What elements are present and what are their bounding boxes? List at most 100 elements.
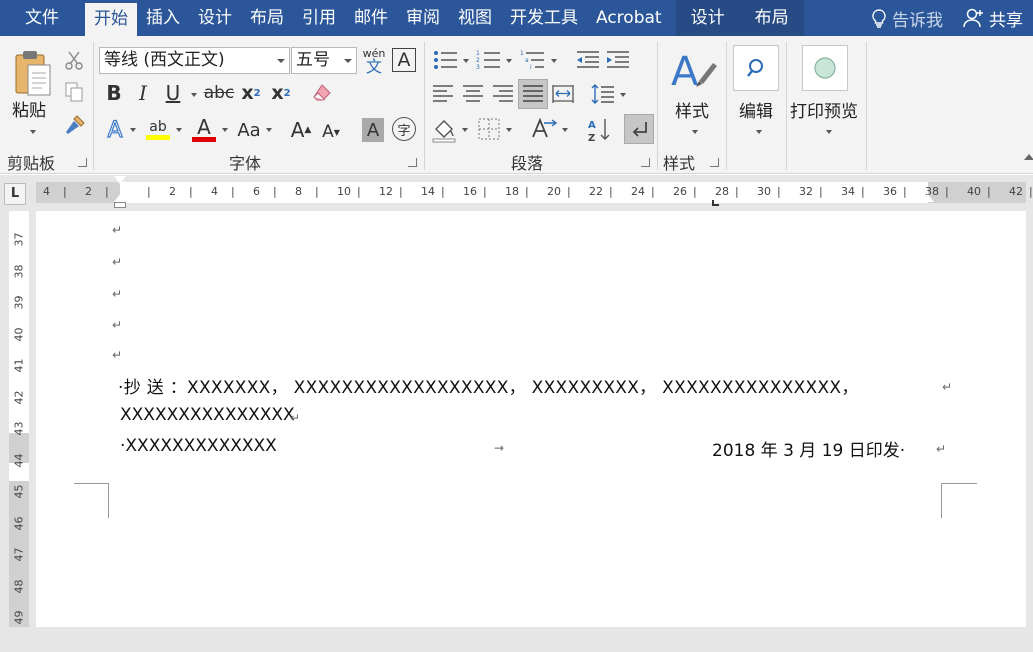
editing-button-label: 编辑 [739,102,773,122]
caret-down-icon: ▼ [333,127,340,137]
character-shading-button[interactable]: A [362,118,384,142]
underline-dropdown-icon[interactable] [191,93,197,97]
bold-button[interactable]: B [103,80,125,106]
borders-button[interactable] [476,116,502,142]
sort-button[interactable]: AZ [586,116,612,144]
strikethrough-button[interactable]: abc [204,80,235,106]
issue-line-left[interactable]: ·XXXXXXXXXXXXX [120,436,277,456]
decrease-indent-button[interactable] [574,48,602,72]
highlight-button[interactable]: ab [144,114,172,144]
styles-dropdown-icon[interactable] [692,130,698,134]
horizontal-ruler[interactable]: 4 | 2 | | 2 | 4 | 6 | 8 | 10 | 12 | 14 | 16 | 18 | 20 | 22 | 24 | 26 |… [36,176,1033,208]
tab-table-design[interactable]: 设计 [675,0,740,36]
editing-dropdown-icon[interactable] [756,130,762,134]
tab-design[interactable]: 设计 [189,0,241,36]
text-effects-button[interactable]: A [103,116,127,144]
asian-layout-dropdown-icon[interactable] [562,128,568,132]
tab-acrobat[interactable]: Acrobat [587,0,676,36]
italic-button[interactable]: I [132,80,154,106]
bullets-button[interactable] [431,48,461,72]
align-left-button[interactable] [430,82,456,106]
text-effects-dropdown-icon[interactable] [130,128,136,132]
bullets-dropdown-icon[interactable] [463,59,469,63]
share-button[interactable]: 共享 [953,6,1033,31]
cut-button[interactable] [62,48,86,72]
tab-layout[interactable]: 布局 [241,0,293,36]
asian-layout-button[interactable] [530,116,558,142]
font-name-combo[interactable]: 等线 (西文正文) [99,47,290,74]
justify-button[interactable] [518,79,548,109]
change-case-dropdown-icon[interactable] [266,128,272,132]
tab-home[interactable]: 开始 [85,3,137,36]
phonetic-guide-button[interactable]: wén 文 [362,46,386,76]
tab-file[interactable]: 文件 [0,0,85,36]
cc-line[interactable]: ·抄 送 ：XXXXXXX， XXXXXXXXXXXXXXXXXX， XXXXX… [118,373,859,398]
vertical-ruler[interactable]: 37 38 39 40 41 42 43 44 45 46 47 48 49 [0,211,36,627]
underline-button[interactable]: U [162,80,184,106]
character-border-button[interactable]: A [392,48,416,72]
tell-me-box[interactable]: 告诉我 [860,6,953,31]
increase-indent-button[interactable] [604,48,632,72]
paste-button[interactable] [8,46,56,102]
subscript-button[interactable]: x2 [238,80,264,106]
font-launcher-icon[interactable] [408,158,417,167]
svg-text:1: 1 [520,50,524,57]
shrink-font-button[interactable]: A ▼ [320,118,342,146]
numbering-button[interactable]: 123 [474,48,504,72]
paragraph-launcher-icon[interactable] [641,158,650,167]
change-case-button[interactable]: Aa [234,116,264,144]
ruler-tick-label: 12 [379,185,393,198]
align-right-button[interactable] [490,82,516,106]
tab-insert[interactable]: 插入 [137,0,189,36]
clipboard-launcher-icon[interactable] [78,158,87,167]
tab-developer[interactable]: 开发工具 [501,0,587,36]
hanging-indent-marker[interactable] [114,194,126,202]
ruler-tick-mark: | [735,185,739,198]
highlight-dropdown-icon[interactable] [176,128,182,132]
print-preview-dropdown-icon[interactable] [826,130,832,134]
show-marks-button[interactable] [624,114,654,144]
font-color-button[interactable]: A [190,114,218,144]
tab-stop-marker[interactable] [712,200,719,206]
scrollbar-track[interactable] [1026,211,1033,627]
shading-button[interactable] [430,116,458,144]
grow-font-button[interactable]: A ▲ [290,116,312,144]
align-center-button[interactable] [460,82,486,106]
paste-dropdown-icon[interactable] [30,130,36,134]
tab-selector-button[interactable]: L [4,183,26,205]
styles-button[interactable]: A [668,46,720,98]
collapse-ribbon-icon[interactable] [1024,154,1033,160]
tab-table-layout[interactable]: 布局 [739,0,804,36]
borders-dropdown-icon[interactable] [506,128,512,132]
first-line-indent-marker[interactable] [114,176,126,184]
issue-date[interactable]: 2018 年 3 月 19 日印发· [712,436,905,461]
multilevel-list-button[interactable]: 1ai [518,48,548,72]
font-color-dropdown-icon[interactable] [222,128,228,132]
tab-review[interactable]: 审阅 [397,0,449,36]
multilevel-dropdown-icon[interactable] [551,59,557,63]
line-spacing-dropdown-icon[interactable] [620,93,626,97]
styles-launcher-icon[interactable] [710,158,719,167]
font-color-bar [192,136,216,142]
right-indent-marker[interactable] [922,194,934,202]
tab-mailings[interactable]: 邮件 [345,0,397,36]
tab-references[interactable]: 引用 [293,0,345,36]
print-preview-button[interactable] [802,45,848,91]
document-canvas[interactable]: ↵ ↵ ↵ ↵ ↵ ·抄 送 ：XXXXXXX， XXXXXXXXXXXXXXX… [36,211,1026,627]
font-size-combo[interactable]: 五号 [291,47,357,74]
cc-line-continued[interactable]: XXXXXXXXXXXXXXX [120,405,295,425]
copy-button[interactable] [62,80,86,104]
distributed-button[interactable] [550,82,576,106]
superscript-button[interactable]: x2 [268,80,294,106]
editing-button[interactable] [733,45,779,91]
clear-formatting-button[interactable] [310,80,334,106]
shading-dropdown-icon[interactable] [462,128,468,132]
line-spacing-button[interactable] [590,82,616,106]
numbering-dropdown-icon[interactable] [506,59,512,63]
format-painter-button[interactable] [62,112,88,138]
tab-view[interactable]: 视图 [449,0,501,36]
enclose-characters-button[interactable]: 字 [392,117,416,141]
left-indent-marker[interactable] [114,202,126,208]
ruler-tick-label: 34 [841,185,855,198]
paste-label: 粘贴 [12,101,46,121]
